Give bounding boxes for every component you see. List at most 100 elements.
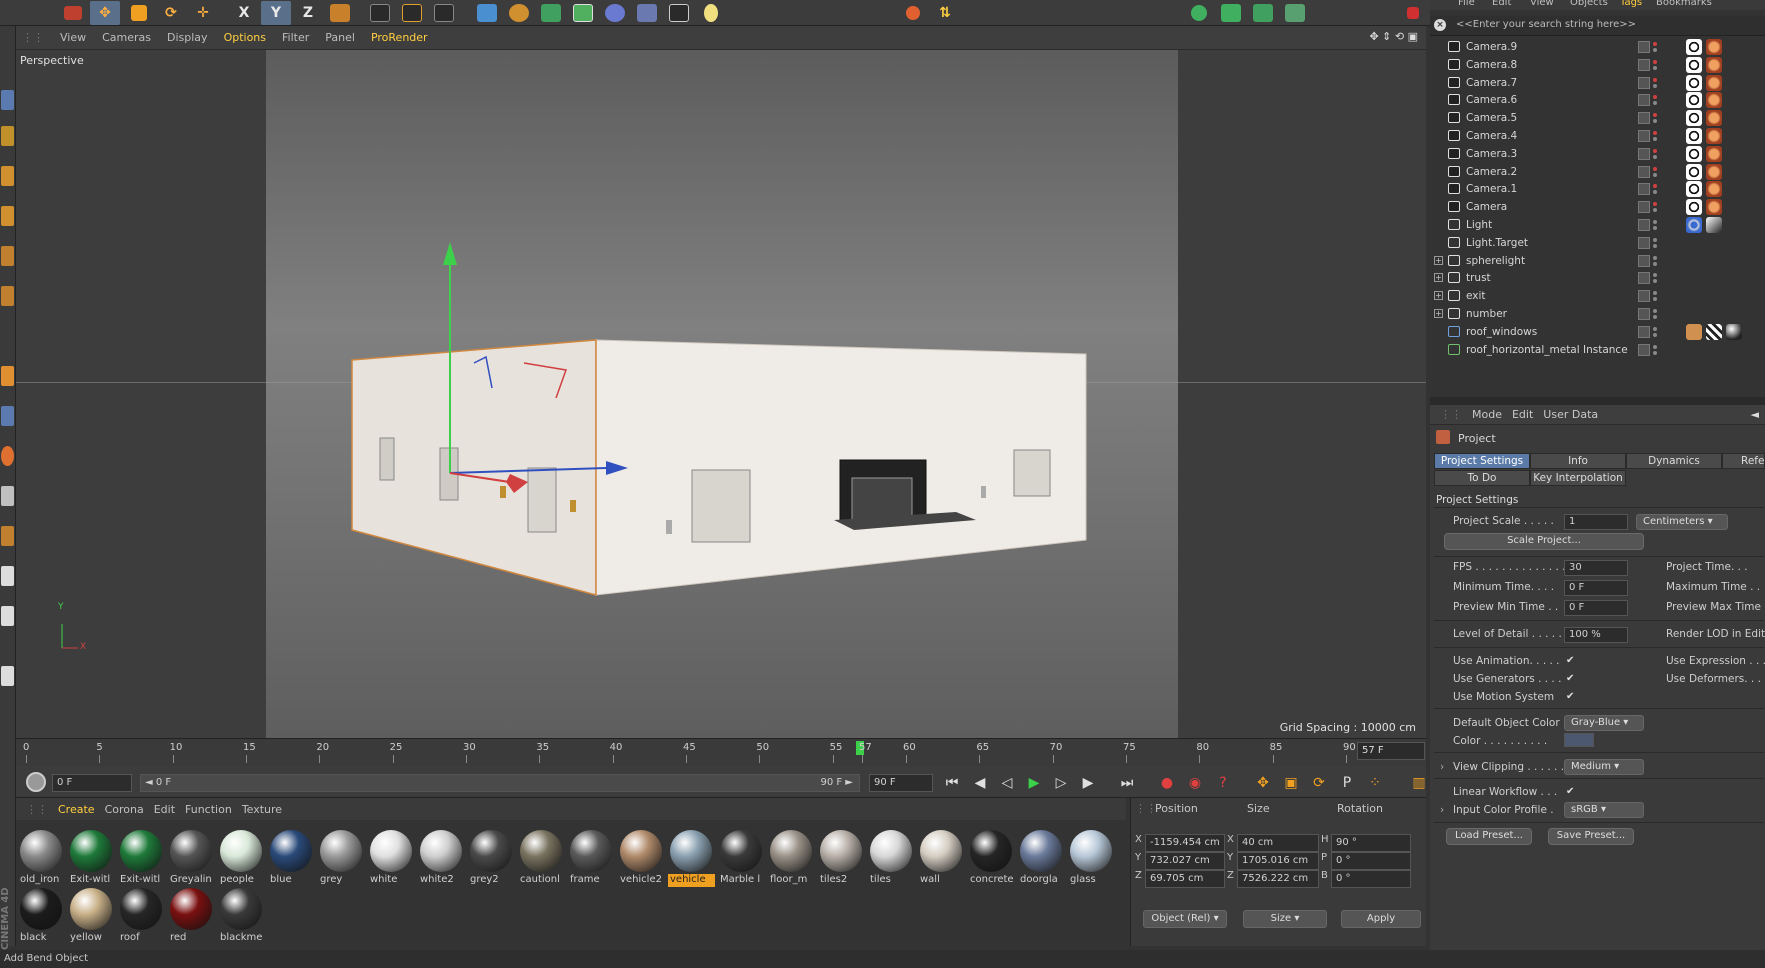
tab-dynamics[interactable]: Dynamics: [1626, 453, 1722, 469]
object-search-bar[interactable]: × <<Enter your search string here>>: [1430, 16, 1765, 36]
pen-icon[interactable]: [504, 1, 534, 25]
light-icon[interactable]: [696, 1, 726, 25]
target-tag-icon[interactable]: [1686, 217, 1702, 233]
material-swatch[interactable]: tiles: [868, 828, 915, 888]
tab-key-interpolation[interactable]: Key Interpolation: [1530, 470, 1626, 486]
material-swatch[interactable]: white: [368, 828, 415, 888]
use-motion-checkbox[interactable]: ✔: [1566, 692, 1576, 702]
use-generators-checkbox[interactable]: ✔: [1566, 674, 1576, 684]
min-time-field[interactable]: 0 F: [1564, 580, 1628, 596]
sculpt-icon[interactable]: [1248, 1, 1278, 25]
visibility-dot-icon[interactable]: [1653, 42, 1657, 46]
material-swatch[interactable]: blue: [268, 828, 315, 888]
layer-icon[interactable]: [1638, 41, 1650, 53]
snap-icon[interactable]: [898, 1, 928, 25]
am-menu-user-data[interactable]: User Data: [1543, 408, 1598, 421]
goto-end-icon[interactable]: ⏭: [1116, 772, 1138, 794]
viewport-menu-filter[interactable]: Filter: [282, 31, 309, 44]
layer-icon[interactable]: [1638, 58, 1650, 71]
material-swatch[interactable]: Greyalin: [168, 828, 215, 888]
project-scale-field[interactable]: 1: [1564, 514, 1628, 530]
apply-button[interactable]: Apply: [1341, 910, 1421, 928]
points-mode-icon[interactable]: [1, 166, 14, 186]
texture-mode-icon[interactable]: [1, 126, 14, 146]
tab-info[interactable]: Info: [1530, 453, 1626, 469]
camera-tag-icon[interactable]: [1686, 181, 1702, 198]
expand-arrow-icon[interactable]: ›: [1440, 804, 1444, 816]
search-input[interactable]: <<Enter your search string here>>: [1456, 19, 1636, 30]
material-menu-edit[interactable]: Edit: [154, 803, 175, 816]
tab-to-do[interactable]: To Do: [1434, 470, 1530, 486]
material-swatch[interactable]: Exit-witl: [118, 828, 165, 888]
viewport-nav-icons[interactable]: ✥ ⇕ ⟲ ▣: [1369, 30, 1418, 43]
edges-mode-icon[interactable]: [1, 206, 14, 226]
hair-icon[interactable]: [1216, 1, 1246, 25]
next-frame-icon[interactable]: ▷: [1050, 772, 1072, 794]
start-frame-field[interactable]: 0 F: [52, 774, 132, 792]
camera-tag-icon[interactable]: [1686, 163, 1702, 180]
play-icon[interactable]: ▶: [1023, 772, 1045, 794]
x-axis-toggle[interactable]: X: [229, 1, 259, 25]
cube-icon[interactable]: [472, 1, 502, 25]
material-swatch[interactable]: red: [168, 886, 215, 946]
material-swatch[interactable]: vehicle2: [618, 828, 665, 888]
camera-tag-icon[interactable]: [1686, 92, 1702, 109]
object-row[interactable]: roof_horizontal_metal Instance: [1430, 340, 1765, 360]
viewport-menu-prorender[interactable]: ProRender: [371, 31, 428, 44]
layer-icon[interactable]: [1638, 183, 1650, 196]
camera-tag-icon[interactable]: [1686, 199, 1702, 216]
position-field[interactable]: 732.027 cm: [1145, 852, 1225, 870]
viewport-3d[interactable]: Perspective Y X Grid Spacing : 10000 cm: [16, 50, 1426, 738]
camera-icon[interactable]: [664, 1, 694, 25]
material-swatch[interactable]: floor_m: [768, 828, 815, 888]
z-axis-toggle[interactable]: Z: [293, 1, 323, 25]
key-param-icon[interactable]: P: [1336, 772, 1358, 794]
visibility-dot-icon[interactable]: [1653, 190, 1657, 195]
back-arrow-icon[interactable]: ◄: [1751, 408, 1759, 421]
project-scale-unit-dropdown[interactable]: Centimeters ▾: [1636, 514, 1728, 530]
key-scale-icon[interactable]: ▣: [1280, 772, 1302, 794]
view-clipping-dropdown[interactable]: Medium ▾: [1564, 759, 1644, 775]
lock-workplane-icon[interactable]: [1, 486, 14, 506]
material-swatch[interactable]: blackme: [218, 886, 265, 946]
texture-tag-icon[interactable]: [1686, 323, 1702, 340]
om-menu-file[interactable]: File: [1458, 0, 1475, 8]
layer-icon[interactable]: [1638, 272, 1650, 285]
prev-frame-icon[interactable]: ◁: [996, 772, 1018, 794]
visibility-dot-icon[interactable]: [1653, 243, 1657, 248]
render-picture-viewer-icon[interactable]: [397, 1, 427, 25]
polygons-mode-icon[interactable]: [1, 246, 14, 266]
expand-toggle-icon[interactable]: +: [1434, 255, 1443, 265]
current-frame-field[interactable]: 57 F: [1357, 742, 1425, 760]
layer-icon[interactable]: [1638, 343, 1650, 356]
prev-key-icon[interactable]: ◀: [969, 772, 991, 794]
floor-icon[interactable]: [632, 1, 662, 25]
scale-tool-icon[interactable]: [124, 1, 154, 25]
layer-icon[interactable]: [1638, 325, 1650, 338]
keyframe-selection-icon[interactable]: ?: [1212, 772, 1234, 794]
material-swatch[interactable]: old_iron: [18, 828, 65, 888]
camera-tag-icon[interactable]: [1686, 39, 1702, 55]
next-key-icon[interactable]: ▶: [1077, 772, 1099, 794]
viewport-menu-view[interactable]: View: [60, 31, 86, 44]
size-field[interactable]: 1705.016 cm: [1237, 852, 1319, 870]
visibility-dot-icon[interactable]: [1653, 326, 1657, 331]
material-swatch[interactable]: roof: [118, 886, 165, 946]
layer-icon[interactable]: [1280, 1, 1310, 25]
viewport-menu-display[interactable]: Display: [167, 31, 208, 44]
expand-toggle-icon[interactable]: +: [1434, 273, 1443, 283]
visibility-dot-icon[interactable]: [1653, 59, 1657, 64]
visibility-dot-icon[interactable]: [1653, 65, 1657, 70]
render-settings-icon[interactable]: [429, 1, 459, 25]
visibility-dot-icon[interactable]: [1653, 332, 1657, 337]
material-swatch[interactable]: grey: [318, 828, 365, 888]
visibility-dot-icon[interactable]: [1653, 101, 1657, 106]
model-mode-icon[interactable]: [1, 90, 14, 110]
visibility-dot-icon[interactable]: [1653, 261, 1657, 266]
key-position-icon[interactable]: ✥: [1252, 772, 1274, 794]
material-menu-create[interactable]: Create: [58, 803, 95, 816]
planar-workplane-icon[interactable]: [1, 526, 14, 546]
rotation-field[interactable]: 0 °: [1331, 870, 1411, 888]
visibility-dot-icon[interactable]: [1653, 344, 1657, 349]
visibility-dot-icon[interactable]: [1653, 273, 1657, 278]
